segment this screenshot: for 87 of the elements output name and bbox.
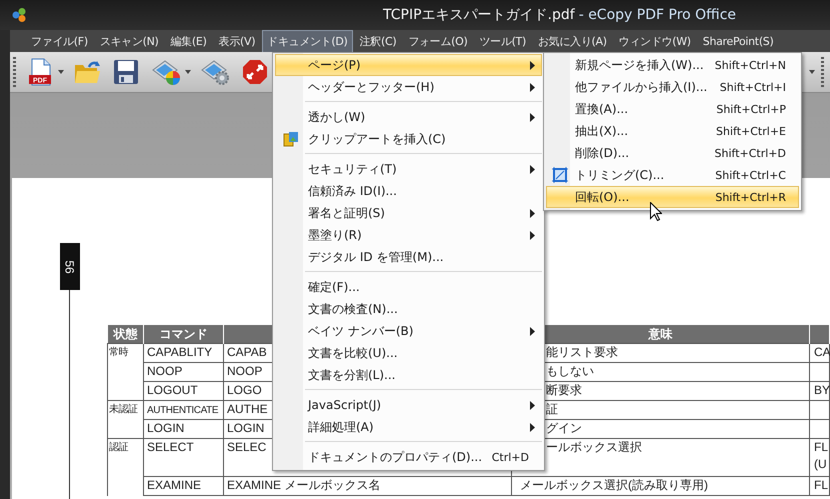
menu-item[interactable]: ページ(P) — [275, 54, 542, 76]
menu-item[interactable]: 透かし(W) — [275, 106, 542, 128]
table-cell: NOOP — [147, 364, 182, 378]
scanner-gear-icon — [200, 58, 230, 86]
submenu-arrow-icon — [530, 230, 535, 240]
menu-item[interactable]: 編集(E) — [166, 30, 212, 52]
menu-item[interactable]: ツール(T) — [474, 30, 531, 52]
table-cell: ールボックス選択 — [546, 440, 642, 454]
scanner-color-wheel-icon — [151, 58, 181, 86]
menu-item[interactable]: 削除(D)... Shift+Ctrl+D — [546, 142, 799, 164]
table-cell: 未認証 — [109, 404, 138, 415]
menu-item[interactable]: 詳細処理(A) — [275, 416, 542, 438]
menu-item[interactable]: 墨塗り(R) — [275, 224, 542, 246]
table-cell: SELEC — [227, 440, 266, 454]
table-cell: LOGIN — [147, 421, 184, 435]
table-cell: EXAMINE メールボックス名 — [227, 478, 380, 492]
menu-item[interactable]: 表示(V) — [214, 30, 260, 52]
menu-item[interactable]: クリップアートを挿入(C) — [275, 128, 542, 150]
table-cell: EXAMINE — [147, 478, 202, 492]
table-cell: CAPABLITY — [147, 345, 212, 359]
app-name: - eCopy PDF Pro Office — [578, 7, 736, 23]
menu-item[interactable]: JavaScript(J) — [275, 394, 542, 416]
clipart-icon — [283, 131, 299, 147]
table-header: 状態 — [108, 325, 144, 344]
submenu-arrow-icon — [530, 400, 535, 410]
table-cell: もしない — [546, 364, 594, 378]
menu-item[interactable]: 注釈(C) — [354, 30, 402, 52]
menu-item[interactable]: ヘッダーとフッター(H) — [275, 76, 542, 98]
menu-item[interactable]: 新規ページを挿入(W)... Shift+Ctrl+N — [546, 54, 799, 76]
menu-item[interactable]: フォーム(O) — [403, 30, 472, 52]
menu-item[interactable]: ウィンドウ(W) — [614, 30, 696, 52]
menu-item[interactable]: 文書の検査(N)... — [275, 298, 542, 320]
menu-item[interactable]: SharePoint(S) — [698, 30, 778, 52]
table-cell: 常時 — [109, 347, 128, 358]
table-cell: LOGIN — [227, 421, 264, 435]
menu-item[interactable]: 署名と証明(S) — [275, 202, 542, 224]
table-cell: 認証 — [109, 442, 128, 453]
mouse-pointer-icon — [650, 202, 662, 221]
table-cell: 証 — [546, 402, 558, 416]
menu-item[interactable]: 文書を比較(U)... — [275, 342, 542, 364]
menu-item[interactable]: 文書を分割(L)... — [275, 364, 542, 386]
submenu-arrow-icon — [530, 112, 535, 122]
menu-item[interactable]: トリミング(C)... Shift+Ctrl+C — [546, 164, 799, 186]
table-cell: グイン — [546, 421, 582, 435]
table-cell: 断要求 — [546, 383, 582, 397]
menu-item[interactable]: 確定(F)... — [275, 276, 542, 298]
submenu-arrow-icon — [530, 60, 535, 70]
menu-item[interactable]: 信頼済み ID(I)... — [275, 180, 542, 202]
submenu-arrow-icon — [530, 422, 535, 432]
app-logo-icon — [12, 8, 28, 22]
menu-item[interactable]: お気に入り(A) — [532, 30, 612, 52]
table-cell: LOGOUT — [147, 383, 198, 397]
window-title: TCPIPエキスパートガイド.pdf — [383, 6, 575, 24]
table-cell: NOOP — [227, 364, 262, 378]
menu-item[interactable]: 置換(A)... Shift+Ctrl+P — [546, 98, 799, 120]
dropdown-caret-icon[interactable] — [185, 70, 191, 74]
menu-item[interactable]: 他ファイルから挿入(I)... Shift+Ctrl+I — [546, 76, 799, 98]
menu-item[interactable]: ドキュメント(D) — [262, 30, 353, 52]
menu-item[interactable]: セキュリティ(T) — [275, 158, 542, 180]
dropdown-caret-icon[interactable] — [58, 70, 64, 74]
toolbar-grip[interactable] — [821, 57, 824, 87]
menu-item[interactable]: ドキュメントのプロパティ(D)... Ctrl+D — [275, 446, 542, 468]
submenu-arrow-icon — [530, 326, 535, 336]
menu-item[interactable]: 回転(O)... Shift+Ctrl+R — [546, 186, 799, 208]
table-cell: FL — [814, 439, 829, 456]
menu-item[interactable]: 抽出(X)... Shift+Ctrl+E — [546, 120, 799, 142]
table-cell: LOGO — [227, 383, 262, 397]
crop-icon — [552, 167, 568, 183]
table-cell: 能リスト要求 — [546, 345, 618, 359]
table-cell: FL — [814, 477, 829, 494]
menu-item[interactable]: デジタル ID を管理(M)... — [275, 246, 542, 268]
submenu-arrow-icon — [530, 208, 535, 218]
table-cell: SELECT — [147, 440, 194, 454]
octagon-arrows-icon — [242, 59, 268, 85]
dropdown-caret-icon[interactable] — [809, 70, 815, 74]
table-cell: メールボックス選択(読み取り専用) — [520, 478, 708, 492]
table-cell: CAPAB — [227, 345, 267, 359]
toolbar-grip[interactable] — [13, 57, 16, 87]
folder-icon — [73, 59, 101, 85]
table-header: コマンド — [144, 325, 224, 344]
menu-item[interactable]: ファイル(F) — [26, 30, 93, 52]
table-cell-text: (U — [814, 456, 828, 473]
menu-item[interactable]: スキャン(N) — [94, 30, 164, 52]
table-cell: AUTHENTICATE — [147, 405, 218, 416]
table-cell: AUTHE — [227, 402, 268, 416]
submenu-arrow-icon — [530, 164, 535, 174]
submenu-arrow-icon — [530, 82, 535, 92]
